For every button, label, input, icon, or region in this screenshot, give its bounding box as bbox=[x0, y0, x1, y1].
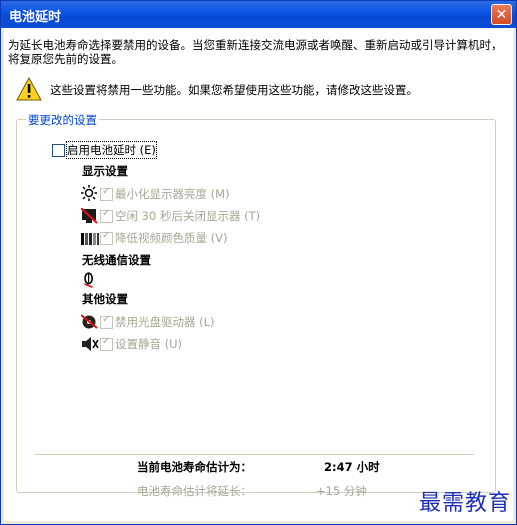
current-battery-value: 2:47 小时 bbox=[324, 460, 380, 474]
close-button[interactable]: ✕ bbox=[491, 4, 512, 25]
title-bar[interactable]: 电池延时 ✕ bbox=[1, 1, 516, 28]
disable-disc-drive-label: 禁用光盘驱动器 (L) bbox=[115, 315, 215, 329]
battery-extension-window: 电池延时 ✕ 为延长电池寿命选择要禁用的设备。当您重新连接交流电源或者唤醒、重新… bbox=[0, 0, 517, 525]
disc-off-icon bbox=[81, 314, 98, 329]
warning-icon bbox=[16, 77, 42, 101]
group-title: 要更改的设置 bbox=[26, 112, 99, 128]
description-text: 为延长电池寿命选择要禁用的设备。当您重新连接交流电源或者唤醒、重新启动或引导计算… bbox=[8, 38, 503, 66]
minimize-brightness-label: 最小化显示器亮度 (M) bbox=[115, 187, 230, 201]
color-quality-icon bbox=[81, 233, 99, 245]
brightness-icon bbox=[81, 185, 97, 201]
reduce-color-quality-label: 降低视频颜色质量 (V) bbox=[115, 231, 228, 245]
mute-icon bbox=[82, 337, 99, 351]
close-icon: ✕ bbox=[495, 7, 508, 23]
current-battery-label: 当前电池寿命估计为： bbox=[137, 460, 252, 474]
set-mute-label: 设置静音 (U) bbox=[115, 337, 183, 351]
enable-battery-extension-checkbox[interactable] bbox=[52, 144, 65, 157]
set-mute-checkbox[interactable] bbox=[100, 336, 113, 351]
enable-battery-extension-label[interactable]: 启用电池延时 (E) bbox=[66, 141, 157, 159]
warning-text: 这些设置将禁用一些功能。如果您希望使用这些功能，请修改这些设置。 bbox=[50, 83, 418, 97]
window-title: 电池延时 bbox=[9, 10, 62, 25]
dialog-content: 为延长电池寿命选择要禁用的设备。当您重新连接交流电源或者唤醒、重新启动或引导计算… bbox=[4, 28, 513, 521]
watermark-text: 最需教育 bbox=[418, 491, 511, 516]
display-settings-heading: 显示设置 bbox=[82, 164, 128, 178]
reduce-color-quality-checkbox[interactable] bbox=[100, 230, 113, 245]
wireless-settings-heading: 无线通信设置 bbox=[82, 253, 151, 267]
wireless-icon bbox=[84, 272, 93, 288]
monitor-off-icon bbox=[81, 208, 98, 224]
other-settings-heading: 其他设置 bbox=[82, 292, 128, 306]
disable-disc-drive-checkbox[interactable] bbox=[100, 314, 113, 329]
extend-battery-value: +15 分钟 bbox=[316, 484, 367, 498]
minimize-brightness-checkbox[interactable] bbox=[100, 186, 113, 201]
extend-battery-label: 电池寿命估计将延长： bbox=[137, 484, 252, 498]
separator bbox=[34, 454, 474, 455]
turn-off-monitor-checkbox[interactable] bbox=[100, 208, 113, 223]
turn-off-monitor-label: 空闲 30 秒后关闭显示器 (T) bbox=[115, 209, 261, 223]
